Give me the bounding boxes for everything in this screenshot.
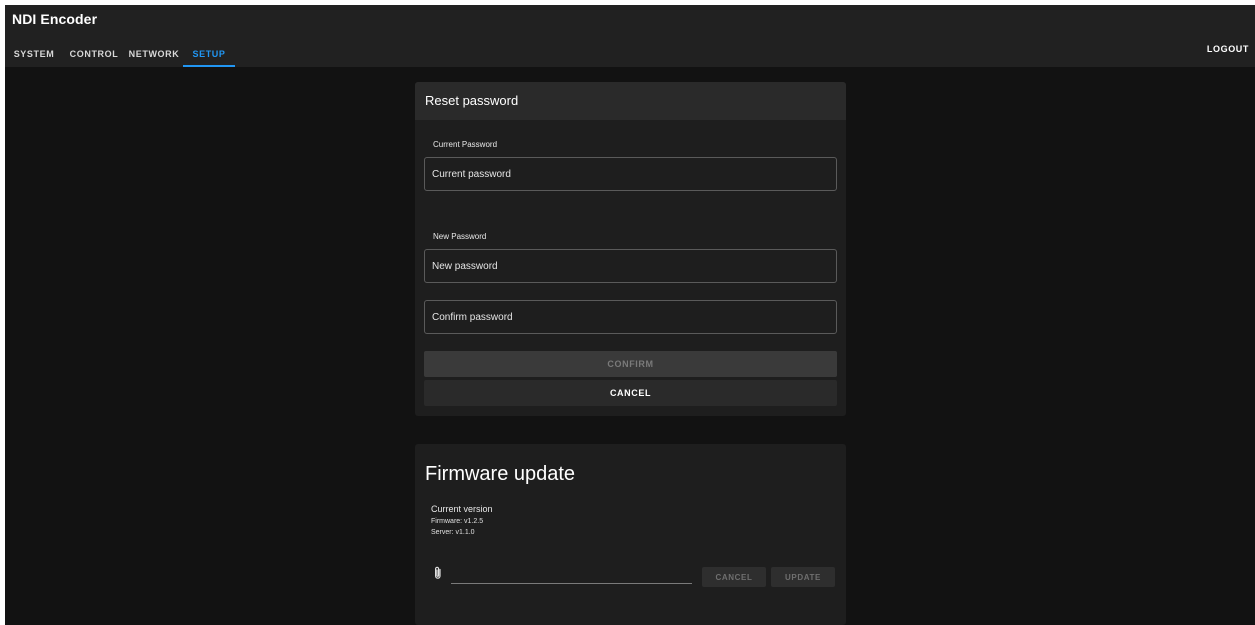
- tab-system[interactable]: SYSTEM: [5, 41, 63, 67]
- firmware-cancel-button[interactable]: CANCEL: [702, 567, 766, 587]
- new-password-label: New Password: [433, 232, 487, 241]
- reset-password-header: Reset password: [415, 82, 846, 120]
- firmware-update-card: Firmware update Current version Firmware…: [415, 444, 846, 625]
- tab-control[interactable]: CONTROL: [63, 41, 125, 67]
- firmware-file-input[interactable]: [451, 568, 692, 584]
- server-version: Server: v1.1.0: [431, 529, 475, 536]
- reset-password-card: Reset password Current Password New Pass…: [415, 82, 846, 416]
- current-password-input[interactable]: [424, 157, 837, 191]
- current-version-label: Current version: [431, 504, 493, 514]
- firmware-update-button[interactable]: UPDATE: [771, 567, 835, 587]
- logout-button[interactable]: LOGOUT: [1207, 41, 1249, 57]
- tab-network[interactable]: NETWORK: [125, 41, 183, 67]
- app-title: NDI Encoder: [12, 11, 98, 27]
- paperclip-icon[interactable]: [433, 566, 443, 580]
- current-password-label: Current Password: [433, 140, 498, 149]
- firmware-update-title: Firmware update: [425, 463, 576, 485]
- tab-setup[interactable]: SETUP: [183, 41, 235, 67]
- confirm-password-input[interactable]: [424, 300, 837, 334]
- confirm-button[interactable]: CONFIRM: [424, 351, 837, 377]
- app-window: NDI Encoder SYSTEM CONTROL NETWORK SETUP…: [5, 5, 1255, 625]
- reset-password-title: Reset password: [425, 93, 519, 108]
- nav-tabs: SYSTEM CONTROL NETWORK SETUP: [5, 41, 235, 67]
- new-password-input[interactable]: [424, 249, 837, 283]
- app-bar: NDI Encoder SYSTEM CONTROL NETWORK SETUP…: [5, 5, 1255, 67]
- firmware-version: Firmware: v1.2.5: [431, 518, 484, 525]
- cancel-button[interactable]: CANCEL: [424, 380, 837, 406]
